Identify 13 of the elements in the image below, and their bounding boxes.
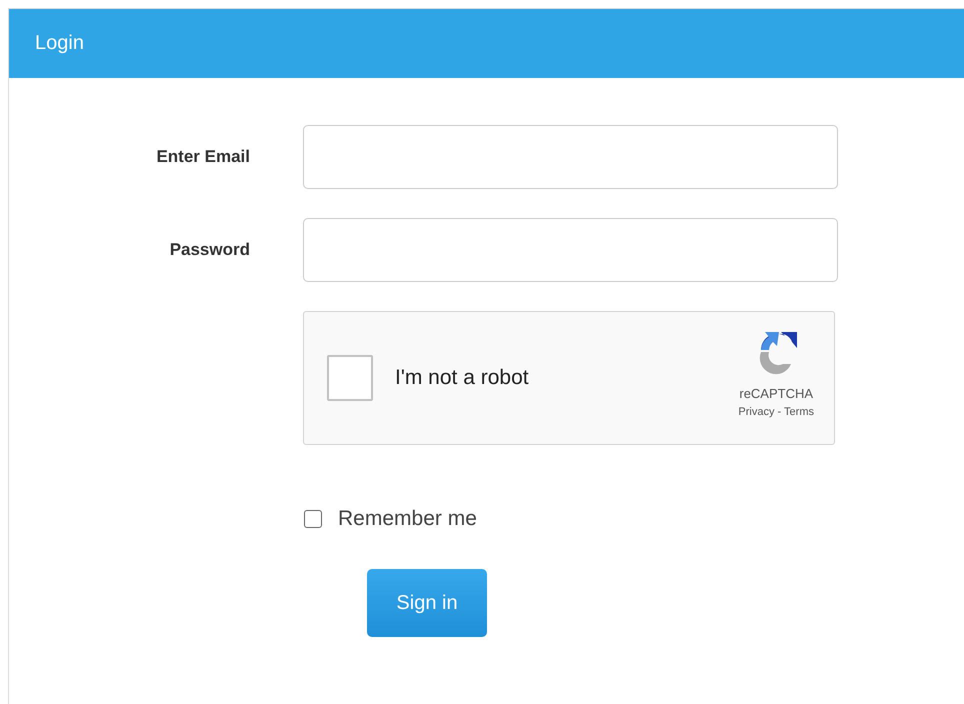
remember-label: Remember me	[338, 507, 477, 531]
email-field[interactable]	[303, 125, 838, 189]
remember-checkbox[interactable]	[304, 510, 322, 528]
privacy-link[interactable]: Privacy	[738, 406, 774, 418]
field-label: Password	[168, 240, 250, 260]
terms-link[interactable]: Terms	[784, 406, 814, 418]
recaptcha-brand: reCAPTCHA	[739, 386, 814, 401]
captcha-checkbox[interactable]	[327, 355, 373, 401]
password-field[interactable]	[303, 218, 838, 282]
link-separator: -	[776, 406, 782, 418]
field-label: Enter Email	[155, 147, 250, 167]
captcha-label: I'm not a robot	[395, 366, 529, 390]
panel-title: Login	[35, 32, 84, 55]
